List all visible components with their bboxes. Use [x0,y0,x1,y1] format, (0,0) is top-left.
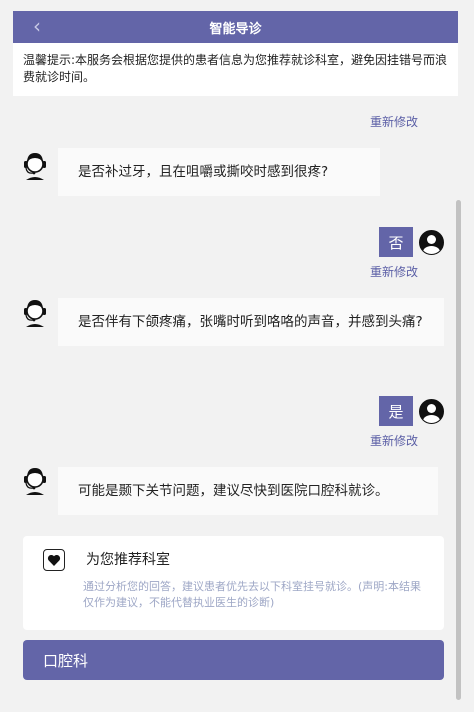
assistant-avatar-icon [24,153,46,180]
heart-icon [43,549,65,571]
page-title: 智能导诊 [209,21,262,37]
assistant-avatar-icon [24,468,46,495]
user-message: 是 [379,396,444,426]
user-message-bubble: 是 [379,396,413,426]
chat-scrollbar[interactable] [456,200,461,700]
recommendation-card: 为您推荐科室 通过分析您的回答，建议患者优先去以下科室挂号就诊。(声明:本结果仅… [23,536,444,630]
edit-answer-link[interactable]: 重新修改 [370,432,418,449]
assistant-message: 是否伴有下颌疼痛，张嘴时听到咯咯的声音，并感到头痛? [58,298,444,346]
assistant-message: 是否补过牙，且在咀嚼或撕咬时感到很疼? [58,148,380,196]
assistant-message: 可能是颞下关节问题，建议尽快到医院口腔科就诊。 [58,467,438,515]
edit-answer-link[interactable]: 重新修改 [370,113,418,130]
user-message: 否 [379,227,444,257]
assistant-avatar-icon [24,300,46,327]
edit-answer-link[interactable]: 重新修改 [370,263,418,280]
user-avatar-icon [419,229,444,255]
notice-banner: 温馨提示:本服务会根据您提供的患者信息为您推荐就诊科室，避免因挂错号而浪费就诊时… [13,43,458,96]
page-header: ‹ 智能导诊 [13,11,458,43]
user-avatar-icon [419,398,444,424]
user-message-bubble: 否 [379,227,413,257]
recommendation-description: 通过分析您的回答，建议患者优先去以下科室挂号就诊。(声明:本结果仅作为建议，不能… [83,580,421,609]
recommended-department-button[interactable]: 口腔科 [23,640,444,680]
recommendation-title: 为您推荐科室 [86,552,170,568]
chevron-left-icon[interactable]: ‹ [33,14,41,38]
